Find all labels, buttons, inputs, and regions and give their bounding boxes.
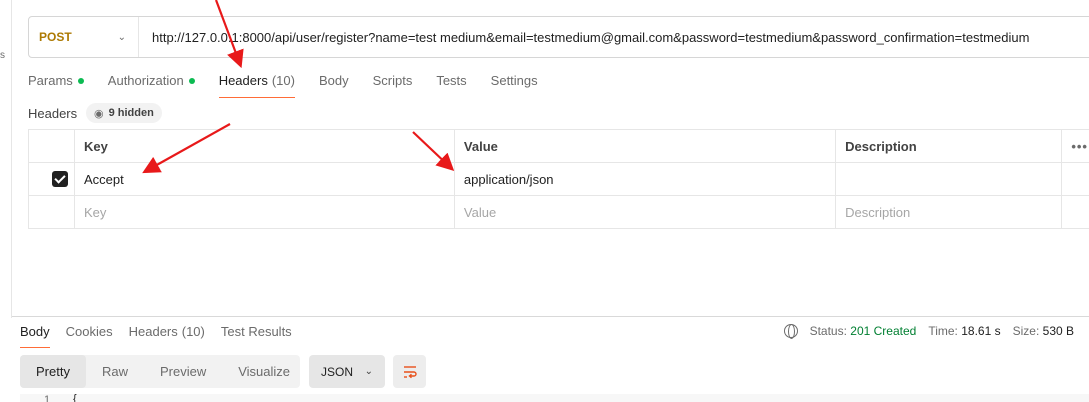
tab-label: Settings: [490, 73, 538, 88]
size[interactable]: Size: 530 B: [1013, 324, 1074, 338]
request-tabs: Params Authorization Headers (10) Body S…: [28, 72, 562, 98]
method-dropdown[interactable]: POST ⌄: [29, 17, 139, 57]
response-tab-headers[interactable]: Headers (10): [129, 324, 205, 348]
tab-params[interactable]: Params: [28, 72, 84, 98]
tab-label: Headers: [218, 73, 268, 88]
wrap-icon: [403, 365, 417, 378]
more-options-icon[interactable]: •••: [1061, 129, 1089, 163]
hidden-headers-toggle[interactable]: ◉ 9 hidden: [86, 103, 162, 123]
row-checkbox-cell: [28, 162, 75, 196]
format-label: JSON: [321, 364, 354, 379]
table-row: Accept application/json: [28, 162, 1089, 196]
checkbox-checked-icon[interactable]: [52, 171, 68, 187]
line-number: 1: [44, 394, 51, 402]
tab-count: (10): [181, 324, 205, 339]
status-value: 201 Created: [850, 324, 917, 338]
format-dropdown[interactable]: JSON ⌄: [309, 355, 385, 388]
chevron-down-icon: ⌄: [117, 31, 126, 43]
header-key-cell[interactable]: Accept: [73, 162, 455, 196]
response-view-tabs: Pretty Raw Preview Visualize: [20, 355, 300, 388]
active-dot-icon: [77, 78, 84, 84]
view-tab-preview[interactable]: Preview: [144, 355, 222, 388]
code-text: {: [73, 393, 77, 402]
tab-body[interactable]: Body: [319, 72, 349, 98]
view-tab-pretty[interactable]: Pretty: [20, 355, 86, 388]
description-input[interactable]: Description: [835, 195, 1063, 229]
size-value: 530 B: [1042, 324, 1074, 338]
row-spacer: [1061, 195, 1089, 229]
chevron-down-icon: ⌄: [364, 366, 373, 377]
tab-count: (10): [271, 73, 295, 88]
tab-label: Params: [28, 73, 73, 88]
header-description-cell[interactable]: [835, 162, 1063, 196]
response-tab-cookies[interactable]: Cookies: [66, 324, 113, 348]
tab-label: Body: [318, 73, 349, 88]
response-divider[interactable]: [12, 316, 1089, 317]
status-label: Status:: [809, 324, 847, 338]
tab-label: Tests: [436, 73, 467, 88]
tab-tests[interactable]: Tests: [436, 72, 466, 98]
tab-scripts[interactable]: Scripts: [373, 72, 413, 98]
url-bar: POST ⌄ http://127.0.0.1:8000/api/user/re…: [28, 16, 1089, 58]
active-dot-icon: [188, 78, 195, 84]
table-row-empty: Key Value Description: [28, 195, 1089, 229]
checkbox-column-header: [28, 129, 75, 163]
tab-label: Scripts: [372, 73, 413, 88]
time-value: 18.61 s: [961, 324, 1001, 338]
tab-label: Authorization: [107, 73, 184, 88]
url-input[interactable]: http://127.0.0.1:8000/api/user/register?…: [139, 30, 1029, 45]
time-label: Time:: [928, 324, 958, 338]
left-sidebar-edge: s: [0, 0, 12, 318]
sidebar-clipped-text: s: [0, 50, 5, 61]
key-input[interactable]: Key: [73, 195, 455, 229]
time[interactable]: Time: 18.61 s: [928, 324, 1000, 338]
status[interactable]: Status: 201 Created: [810, 324, 917, 338]
tab-headers[interactable]: Headers (10): [218, 72, 296, 98]
headers-section-title: Headers: [28, 106, 78, 121]
eye-icon: ◉: [94, 107, 104, 120]
column-key: Key: [73, 129, 455, 163]
method-label: POST: [39, 30, 72, 44]
response-status-bar: Status: 201 Created Time: 18.61 s Size: …: [783, 324, 1074, 339]
response-body-editor[interactable]: [20, 394, 1089, 402]
row-checkbox-cell: [28, 195, 75, 229]
column-value: Value: [453, 129, 837, 163]
hidden-count: 9 hidden: [108, 107, 154, 119]
size-label: Size:: [1012, 324, 1040, 338]
headers-table: Key Value Description ••• Accept applica…: [28, 129, 1089, 229]
view-tab-raw[interactable]: Raw: [86, 355, 144, 388]
globe-icon[interactable]: [783, 324, 798, 339]
response-tabs: Body Cookies Headers (10) Test Results: [20, 324, 308, 350]
tab-authorization[interactable]: Authorization: [108, 72, 195, 98]
tab-label: Headers: [128, 324, 178, 339]
view-tab-visualize[interactable]: Visualize: [222, 355, 306, 388]
postman-window: s POST ⌄ http://127.0.0.1:8000/api/user/…: [0, 0, 1089, 402]
tab-settings[interactable]: Settings: [491, 72, 538, 98]
response-tab-body[interactable]: Body: [20, 324, 50, 348]
response-tab-test-results[interactable]: Test Results: [221, 324, 292, 348]
wrap-lines-button[interactable]: [393, 355, 426, 388]
table-header-row: Key Value Description •••: [28, 129, 1089, 163]
header-value-cell[interactable]: application/json: [453, 162, 837, 196]
row-spacer: [1061, 162, 1089, 196]
value-input[interactable]: Value: [453, 195, 837, 229]
column-description: Description: [835, 129, 1063, 163]
